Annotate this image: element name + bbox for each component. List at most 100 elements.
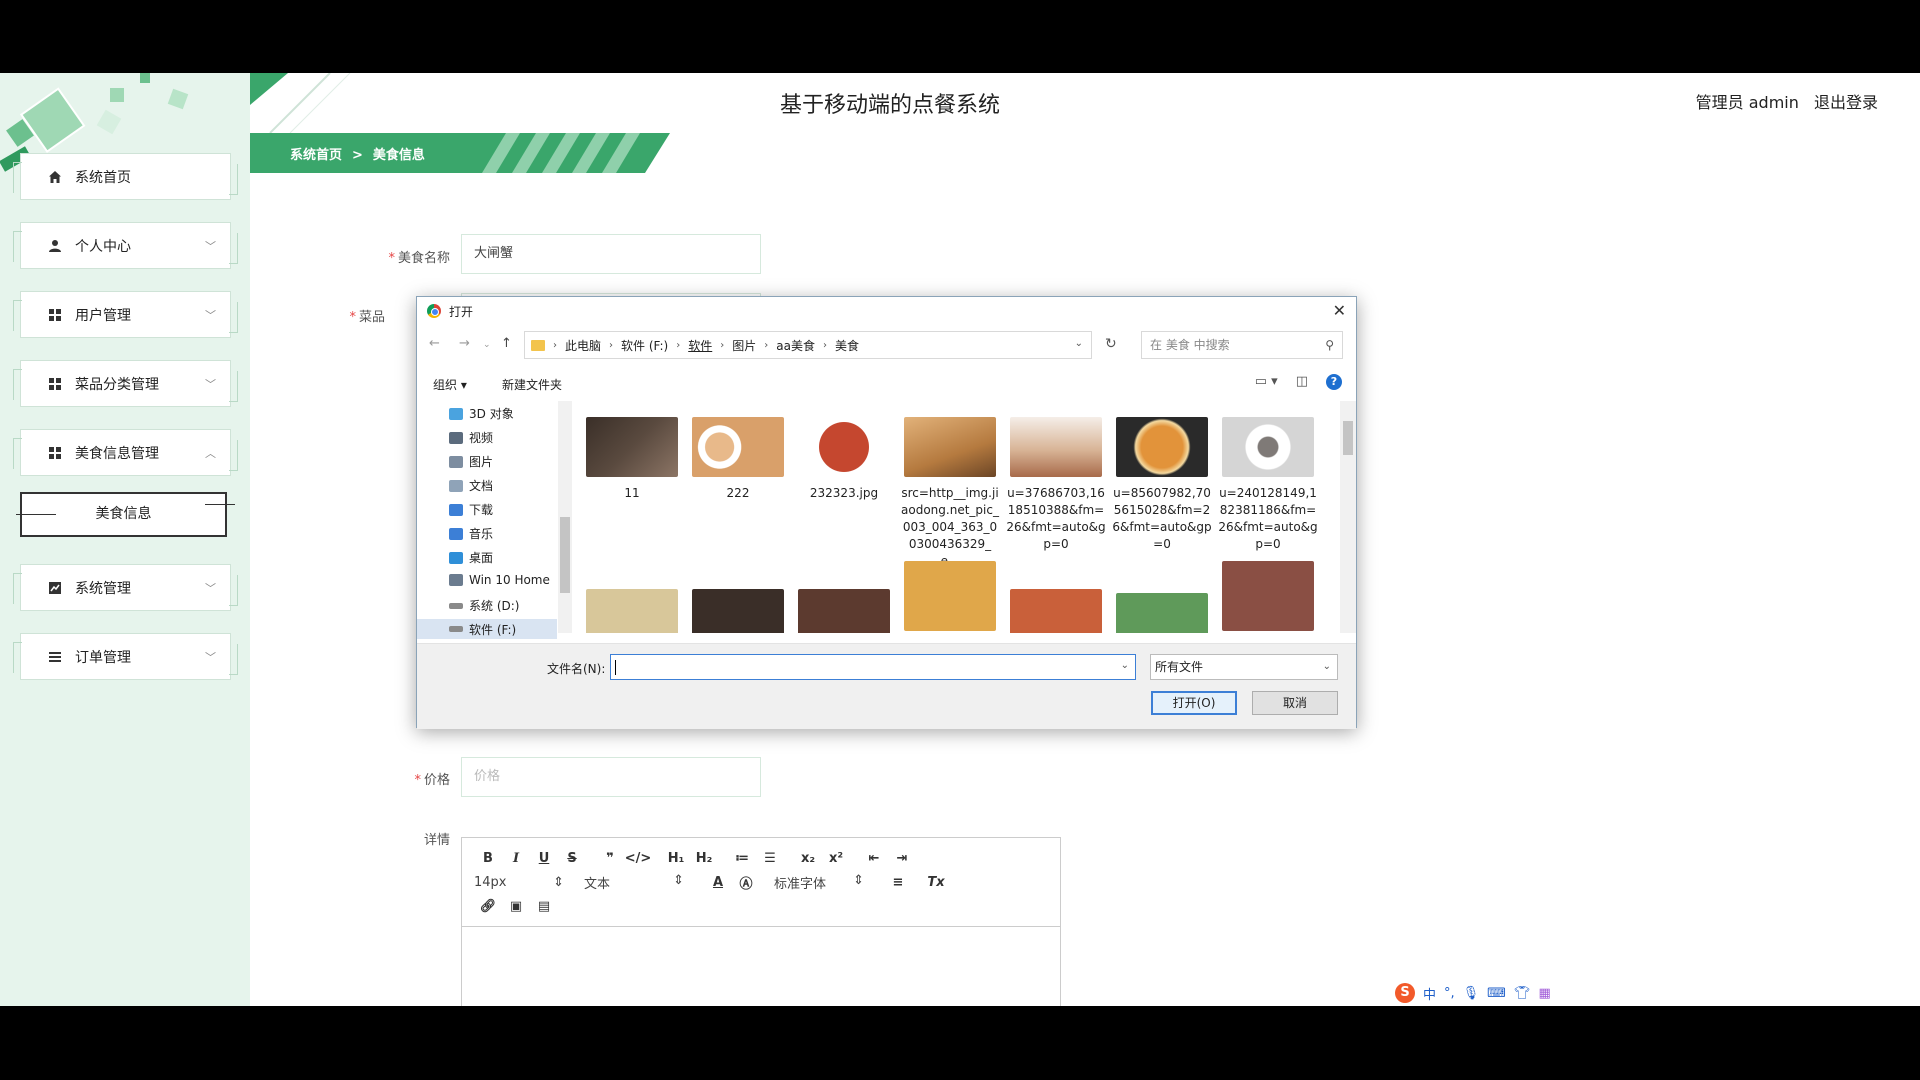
block-type-select[interactable]: 文本 ⇕ bbox=[584, 873, 684, 892]
path-segment[interactable]: 此电脑 bbox=[565, 337, 601, 354]
subscript-icon[interactable]: x₂ bbox=[794, 851, 822, 866]
background-color-icon[interactable]: Ⓐ bbox=[732, 873, 760, 892]
microphone-icon[interactable]: 🎙︎ bbox=[1463, 986, 1480, 1001]
path-segment[interactable]: 软件 (F:) bbox=[621, 337, 668, 354]
search-input[interactable]: 在 美食 中搜索 ⚲ bbox=[1141, 331, 1343, 359]
tree-item-selected[interactable]: 软件 (F:) bbox=[417, 619, 557, 639]
toolbox-icon[interactable]: ▦ bbox=[1538, 986, 1550, 1001]
history-dropdown-icon[interactable]: ⌄ bbox=[483, 340, 491, 350]
image-icon[interactable]: ▣ bbox=[502, 899, 530, 914]
path-segment[interactable]: 软件 bbox=[688, 337, 712, 354]
file-item[interactable] bbox=[688, 589, 788, 633]
tree-item[interactable]: 文档 bbox=[449, 477, 493, 494]
sidebar-item-orders[interactable]: 订单管理 ﹀ bbox=[13, 633, 238, 680]
sidebar-item-category[interactable]: 菜品分类管理 ﹀ bbox=[13, 360, 238, 407]
file-item[interactable]: u=240128149,182381186&fm=26&fmt=auto&gp=… bbox=[1218, 417, 1318, 553]
path-segment[interactable]: aa美食 bbox=[776, 337, 815, 354]
logout-link[interactable]: 退出登录 bbox=[1814, 93, 1878, 112]
tree-item[interactable]: 系统 (D:) bbox=[449, 597, 519, 614]
price-input[interactable]: 价格 bbox=[461, 757, 761, 797]
file-item[interactable]: 11 bbox=[582, 417, 682, 502]
align-icon[interactable]: ≡ bbox=[884, 875, 912, 890]
italic-icon[interactable]: I bbox=[502, 851, 530, 866]
food-name-input[interactable]: 大闸蟹 bbox=[461, 234, 761, 274]
sidebar-item-personal[interactable]: 个人中心 ﹀ bbox=[13, 222, 238, 269]
tree-item[interactable]: 3D 对象 bbox=[449, 405, 514, 422]
tree-item[interactable]: 音乐 bbox=[449, 525, 493, 542]
indent-icon[interactable]: ⇥ bbox=[888, 851, 916, 866]
link-icon[interactable]: 🔗︎ bbox=[474, 899, 502, 914]
file-item[interactable] bbox=[900, 561, 1000, 631]
view-mode-icon[interactable]: ▭ ▾ bbox=[1255, 374, 1278, 390]
font-size-select[interactable]: 14px ⇕ bbox=[474, 875, 564, 890]
chevron-down-icon: ﹀ bbox=[205, 378, 216, 391]
bullet-list-icon[interactable]: ☰ bbox=[756, 851, 784, 866]
clear-format-icon[interactable]: Tx bbox=[922, 875, 950, 890]
ordered-list-icon[interactable]: ≔ bbox=[728, 851, 756, 866]
breadcrumb: 系统首页 > 美食信息 bbox=[250, 133, 670, 173]
keyboard-icon[interactable]: ⌨ bbox=[1487, 986, 1506, 1001]
home-icon bbox=[47, 169, 63, 185]
file-item[interactable] bbox=[1112, 593, 1212, 633]
underline-icon[interactable]: U bbox=[530, 851, 558, 866]
tree-item[interactable]: 图片 bbox=[449, 453, 493, 470]
chevron-down-icon[interactable]: ⌄ bbox=[1121, 660, 1129, 671]
sidebar-subitem-food-info[interactable]: 美食信息 bbox=[16, 492, 235, 537]
editor-content[interactable] bbox=[462, 926, 1060, 1006]
punctuation-icon[interactable]: °, bbox=[1444, 986, 1455, 1001]
h2-icon[interactable]: H₂ bbox=[690, 851, 718, 866]
help-icon[interactable]: ? bbox=[1326, 374, 1342, 390]
open-button[interactable]: 打开(O) bbox=[1151, 691, 1237, 715]
font-family-select[interactable]: 标准字体 ⇕ bbox=[774, 873, 864, 892]
tree-item[interactable]: Win 10 Home bbox=[449, 573, 550, 587]
sidebar-item-users[interactable]: 用户管理 ﹀ bbox=[13, 291, 238, 338]
scrollbar-thumb[interactable] bbox=[560, 517, 570, 593]
sidebar-item-home[interactable]: 系统首页 bbox=[13, 153, 238, 200]
skin-icon[interactable]: 👕︎ bbox=[1514, 986, 1531, 1001]
preview-pane-icon[interactable]: ◫ bbox=[1296, 374, 1308, 390]
file-item[interactable]: 232323.jpg bbox=[794, 417, 894, 502]
chevron-down-icon[interactable]: ⌄ bbox=[1075, 338, 1083, 349]
file-item[interactable] bbox=[582, 589, 682, 633]
tree-item[interactable]: 桌面 bbox=[449, 549, 493, 566]
address-bar[interactable]: › 此电脑 › 软件 (F:) › 软件 › 图片 › aa美食 › 美食 ⌄ bbox=[524, 331, 1092, 359]
tree-scrollbar[interactable] bbox=[558, 401, 572, 633]
superscript-icon[interactable]: x² bbox=[822, 851, 850, 866]
code-icon[interactable]: </> bbox=[624, 851, 652, 866]
file-item[interactable]: 222 bbox=[688, 417, 788, 502]
path-segment[interactable]: 美食 bbox=[835, 337, 859, 354]
file-item[interactable]: src=http__img.jiaodong.net_pic_003_004_3… bbox=[900, 417, 1000, 570]
blockquote-icon[interactable]: ❞ bbox=[596, 851, 624, 866]
filename-input[interactable]: ⌄ bbox=[610, 654, 1136, 680]
new-folder-button[interactable]: 新建文件夹 bbox=[502, 376, 562, 393]
h1-icon[interactable]: H₁ bbox=[662, 851, 690, 866]
sidebar-item-system[interactable]: 系统管理 ﹀ bbox=[13, 564, 238, 611]
scrollbar-thumb[interactable] bbox=[1343, 421, 1353, 455]
cancel-button[interactable]: 取消 bbox=[1252, 691, 1338, 715]
organize-menu[interactable]: 组织 ▾ bbox=[433, 376, 467, 393]
file-item[interactable] bbox=[1218, 561, 1318, 631]
file-item[interactable]: u=37686703,1618510388&fm=26&fmt=auto&gp=… bbox=[1006, 417, 1106, 553]
video-icon[interactable]: ▤ bbox=[530, 899, 558, 914]
sidebar-item-food-info-mgmt[interactable]: 美食信息管理 ︿ bbox=[13, 429, 238, 476]
file-item[interactable] bbox=[794, 589, 894, 633]
bold-icon[interactable]: B bbox=[474, 851, 502, 866]
back-arrow-icon[interactable]: ← bbox=[429, 336, 440, 351]
strikethrough-icon[interactable]: S bbox=[558, 851, 586, 866]
tree-item[interactable]: 下载 bbox=[449, 501, 493, 518]
forward-arrow-icon[interactable]: → bbox=[459, 336, 470, 351]
breadcrumb-home[interactable]: 系统首页 bbox=[290, 148, 342, 163]
refresh-icon[interactable]: ↻ bbox=[1105, 336, 1117, 352]
up-arrow-icon[interactable]: ↑ bbox=[501, 336, 512, 351]
font-color-icon[interactable]: A bbox=[704, 875, 732, 890]
close-icon[interactable]: ✕ bbox=[1333, 301, 1346, 320]
tree-item[interactable]: 视频 bbox=[449, 429, 493, 446]
file-item[interactable]: u=85607982,705615028&fm=26&fmt=auto&gp=0 bbox=[1112, 417, 1212, 553]
file-type-select[interactable]: 所有文件 ⌄ bbox=[1150, 654, 1338, 680]
ime-language[interactable]: 中 bbox=[1423, 984, 1436, 1003]
path-segment[interactable]: 图片 bbox=[732, 337, 756, 354]
sogou-logo[interactable]: S bbox=[1395, 983, 1415, 1003]
file-grid-scrollbar[interactable] bbox=[1340, 401, 1356, 633]
outdent-icon[interactable]: ⇤ bbox=[860, 851, 888, 866]
file-item[interactable] bbox=[1006, 589, 1106, 633]
